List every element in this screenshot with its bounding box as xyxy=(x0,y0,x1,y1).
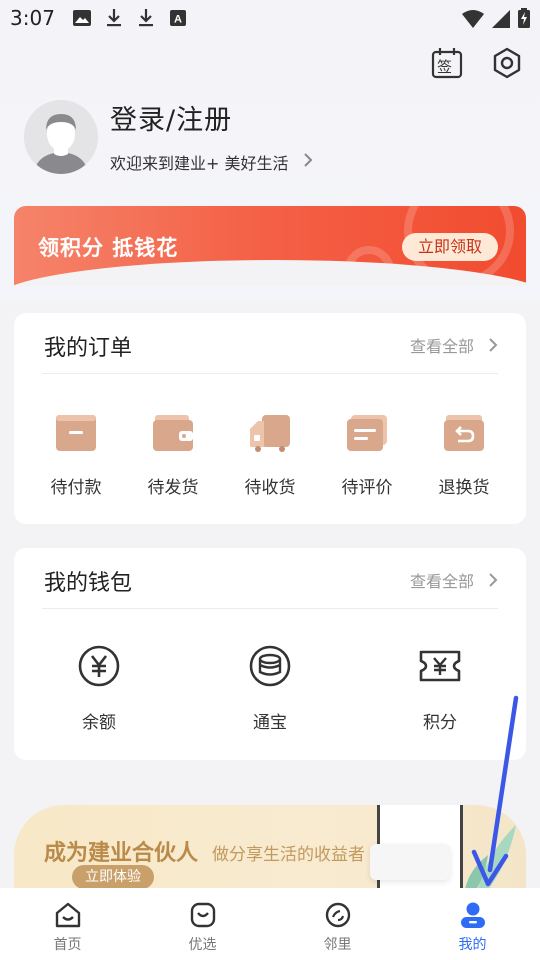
default-avatar-icon xyxy=(24,100,98,174)
chevron-right-icon xyxy=(489,338,498,352)
wallet-ship-icon xyxy=(151,413,195,453)
nav-label: 优选 xyxy=(188,937,217,953)
avatar[interactable] xyxy=(24,100,98,174)
view-all-label: 查看全部 xyxy=(409,337,474,356)
partner-title: 成为建业合伙人 xyxy=(44,841,199,866)
order-label: 待付款 xyxy=(50,478,102,498)
wallet-tongbao[interactable]: 通宝 xyxy=(210,644,330,733)
home-icon xyxy=(53,900,83,930)
order-label: 待发货 xyxy=(147,478,199,498)
login-register-title[interactable]: 登录/注册 xyxy=(110,98,232,137)
yen-ticket-icon xyxy=(418,644,462,688)
review-icon xyxy=(345,413,389,453)
font-icon: A xyxy=(169,9,187,27)
orders-title: 我的订单 xyxy=(44,336,133,361)
bottom-nav: 首页 优选 邻里 我的 xyxy=(0,888,540,960)
sign-label: 签 xyxy=(437,58,453,76)
divider xyxy=(42,608,498,609)
wallet-label: 积分 xyxy=(423,713,457,733)
wallet-label: 余额 xyxy=(82,713,116,733)
order-pending-review[interactable]: 待评价 xyxy=(319,413,415,498)
order-pending-receipt[interactable]: 待收货 xyxy=(222,413,318,498)
nav-label: 邻里 xyxy=(323,937,352,953)
status-bar: 3:07 A xyxy=(0,0,540,36)
order-return-exchange[interactable]: 退换货 xyxy=(416,413,512,498)
status-time: 3:07 xyxy=(10,6,55,30)
yen-circle-icon xyxy=(77,644,121,688)
order-pending-payment[interactable]: 待付款 xyxy=(28,413,124,498)
order-pending-shipment[interactable]: 待发货 xyxy=(125,413,221,498)
status-right-icons xyxy=(462,8,530,33)
divider xyxy=(42,373,498,374)
wallet-label: 通宝 xyxy=(253,713,287,733)
my-orders-card: 我的订单 查看全部 待付款 待发货 待收货 待评价 退换货 xyxy=(14,313,526,524)
delivery-truck-icon xyxy=(248,413,292,453)
nav-label: 首页 xyxy=(53,937,82,953)
settings-hexagon-icon[interactable] xyxy=(490,46,524,80)
wifi-icon xyxy=(462,9,484,33)
nav-neighborhood[interactable]: 邻里 xyxy=(270,888,405,960)
claim-now-button[interactable]: 立即领取 xyxy=(402,233,498,261)
neighborhood-icon xyxy=(323,900,353,930)
download-icon xyxy=(137,9,155,27)
battery-charging-icon xyxy=(518,8,530,33)
svg-text:A: A xyxy=(174,14,182,26)
nav-label: 我的 xyxy=(458,937,487,953)
order-label: 待收货 xyxy=(244,478,296,498)
my-wallet-card: 我的钱包 查看全部 余额 通宝 积分 xyxy=(14,548,526,760)
welcome-link[interactable]: 欢迎来到建业+ 美好生活 xyxy=(110,150,313,174)
nav-selected[interactable]: 优选 xyxy=(135,888,270,960)
wallet-title: 我的钱包 xyxy=(44,571,133,596)
coin-stack-icon xyxy=(248,644,292,688)
order-label: 待评价 xyxy=(341,478,393,498)
chevron-right-icon xyxy=(303,152,313,172)
shopping-bag-icon xyxy=(188,900,218,930)
sign-in-calendar-icon[interactable]: 签 xyxy=(430,46,464,80)
points-banner[interactable]: 领积分 抵钱花 立即领取 xyxy=(14,206,526,286)
profile-icon xyxy=(458,900,488,930)
wallet-view-all-link[interactable]: 查看全部 xyxy=(410,568,498,592)
wallet-balance[interactable]: 余额 xyxy=(39,644,159,733)
wallet-points[interactable]: 积分 xyxy=(380,644,500,733)
chevron-right-icon xyxy=(489,573,498,587)
pending-payment-icon xyxy=(54,413,98,453)
orders-view-all-link[interactable]: 查看全部 xyxy=(410,333,498,357)
nav-mine[interactable]: 我的 xyxy=(405,888,540,960)
points-banner-text: 领积分 抵钱花 xyxy=(38,236,179,260)
view-all-label: 查看全部 xyxy=(409,572,474,591)
return-icon xyxy=(442,413,486,453)
order-label: 退换货 xyxy=(438,478,490,498)
image-icon xyxy=(72,9,91,27)
welcome-text: 欢迎来到建业+ 美好生活 xyxy=(110,154,289,173)
try-now-button[interactable]: 立即体验 xyxy=(72,865,154,889)
partner-subtitle: 做分享生活的收益者 xyxy=(212,845,365,865)
download-icon xyxy=(105,9,123,27)
signal-icon xyxy=(492,9,510,33)
nav-home[interactable]: 首页 xyxy=(0,888,135,960)
